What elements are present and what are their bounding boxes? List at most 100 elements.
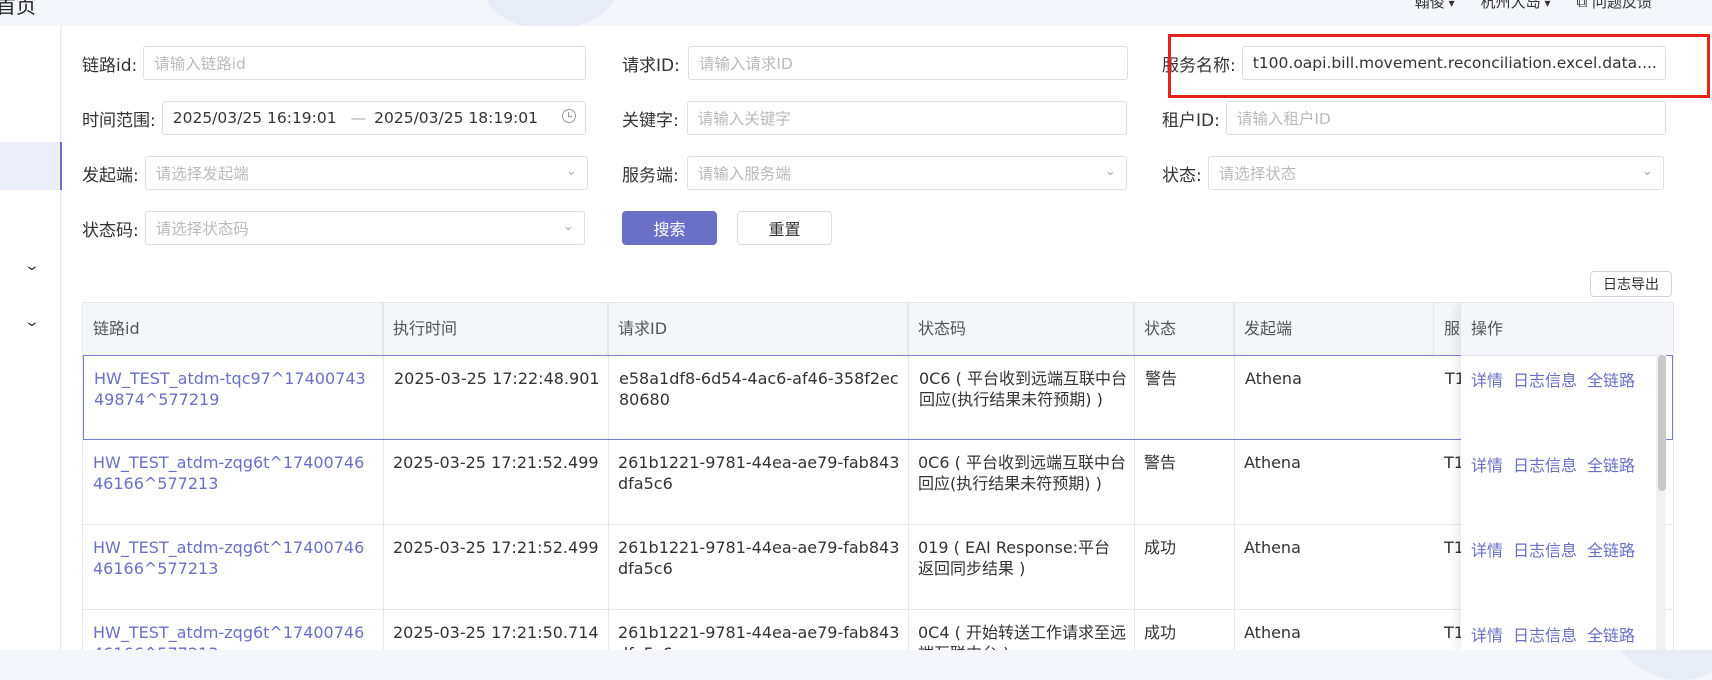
keyword-field: 关键字: 请输入关键字 bbox=[622, 101, 1127, 135]
full-trace-link[interactable]: 全链路 bbox=[1587, 452, 1635, 476]
log-table: 链路id 执行时间 请求ID 状态码 状态 发起端 服 HW_TEST_atdm… bbox=[82, 302, 1674, 650]
column-header-status: 状态 bbox=[1134, 303, 1234, 355]
row-actions: 详情 日志信息 全链路 bbox=[1471, 537, 1635, 561]
initiator: Athena bbox=[1244, 453, 1301, 472]
status-code: 0C6 ( 平台收到远端互联中台回应(执行结果未符预期) ) bbox=[918, 453, 1126, 493]
app-title: 首页 bbox=[0, 0, 36, 18]
column-header-status-code: 状态码 bbox=[908, 303, 1134, 355]
chevron-down-icon[interactable]: ⌄ bbox=[24, 314, 40, 330]
log-info-link[interactable]: 日志信息 bbox=[1513, 452, 1577, 476]
table-row[interactable]: HW_TEST_atdm-zqg6t^1740074646166^577213 … bbox=[83, 440, 1673, 525]
side-nav: ⌄ ⌄ bbox=[0, 26, 62, 650]
operations-column: 操作 详情 日志信息 全链路 详情 日志信息 全链路 详情 日志信息 全链路 详… bbox=[1461, 303, 1661, 650]
status-code-label: 状态码: bbox=[82, 220, 139, 241]
request-id: 261b1221-9781-44ea-ae79-fab843dfa5c6 bbox=[618, 453, 900, 493]
time-range-picker[interactable]: 2025/03/25 16:19:01 — 2025/03/25 18:19:0… bbox=[161, 101, 586, 135]
column-header-trace-id: 链路id bbox=[83, 303, 383, 355]
sidebar-item-active[interactable] bbox=[0, 142, 62, 190]
full-trace-link[interactable]: 全链路 bbox=[1587, 537, 1635, 561]
clock-icon bbox=[561, 109, 576, 123]
column-header-request-id: 请求ID bbox=[608, 303, 908, 355]
server-placeholder: 请输入服务端 bbox=[697, 165, 791, 183]
trace-id-label: 链路id: bbox=[82, 55, 138, 76]
server-select[interactable]: 请输入服务端 ⌄ bbox=[686, 156, 1127, 190]
location-dropdown[interactable]: 杭州大岛 bbox=[1481, 0, 1551, 12]
table-row[interactable]: HW_TEST_atdm-tqc97^1740074349874^577219 … bbox=[83, 355, 1673, 440]
chevron-down-icon: ⌄ bbox=[1104, 164, 1116, 179]
time-range-field: 时间范围: 2025/03/25 16:19:01 — 2025/03/25 1… bbox=[82, 101, 586, 135]
server-label: 服务端: bbox=[622, 165, 679, 186]
status-code: 019 ( EAI Response:平台返回同步结果 ) bbox=[918, 538, 1111, 578]
tenant-id-placeholder: 请输入租户ID bbox=[1236, 110, 1331, 128]
full-trace-link[interactable]: 全链路 bbox=[1587, 367, 1635, 391]
detail-link[interactable]: 详情 bbox=[1471, 452, 1503, 476]
table-header: 链路id 执行时间 请求ID 状态码 状态 发起端 服 bbox=[83, 303, 1673, 356]
initiator-select[interactable]: 请选择发起端 ⌄ bbox=[144, 156, 588, 190]
highlight-box bbox=[1168, 34, 1710, 98]
column-header-exec-time: 执行时间 bbox=[383, 303, 608, 355]
tenant-id-input[interactable]: 请输入租户ID bbox=[1225, 101, 1666, 135]
status: 成功 bbox=[1144, 623, 1177, 642]
chevron-down-icon: ⌄ bbox=[1641, 164, 1653, 179]
initiator: Athena bbox=[1245, 369, 1302, 388]
initiator-label: 发起端: bbox=[82, 165, 139, 186]
exec-time: 2025-03-25 17:21:52.499 bbox=[393, 538, 599, 557]
feedback-label: 问题反馈 bbox=[1591, 0, 1652, 11]
status: 警告 bbox=[1144, 453, 1177, 472]
log-info-link[interactable]: 日志信息 bbox=[1513, 622, 1577, 646]
keyword-placeholder: 请输入关键字 bbox=[697, 110, 791, 128]
feedback-link[interactable]: ⧉ 问题反馈 bbox=[1577, 0, 1653, 12]
trace-id-field: 链路id: 请输入链路id bbox=[82, 46, 587, 80]
keyword-label: 关键字: bbox=[622, 110, 679, 131]
detail-link[interactable]: 详情 bbox=[1471, 622, 1503, 646]
time-range-separator: — bbox=[350, 109, 367, 127]
request-id: 261b1221-9781-44ea-ae79-fab843dfa5c6 bbox=[618, 623, 900, 650]
table-scrollbar-thumb[interactable] bbox=[1658, 355, 1666, 491]
trace-id-input[interactable]: 请输入链路id bbox=[143, 46, 587, 80]
status: 警告 bbox=[1145, 369, 1178, 388]
detail-link[interactable]: 详情 bbox=[1471, 537, 1503, 561]
detail-link[interactable]: 详情 bbox=[1471, 367, 1503, 391]
log-export-button[interactable]: 日志导出 bbox=[1590, 271, 1672, 297]
exec-time: 2025-03-25 17:22:48.901 bbox=[394, 369, 600, 388]
log-info-link[interactable]: 日志信息 bbox=[1513, 537, 1577, 561]
reset-button[interactable]: 重置 bbox=[737, 211, 832, 245]
tenant-id-label: 租户ID: bbox=[1162, 110, 1220, 131]
trace-id-link[interactable]: HW_TEST_atdm-tqc97^1740074349874^577219 bbox=[84, 368, 374, 410]
request-id-placeholder: 请输入请求ID bbox=[698, 55, 793, 73]
initiator-field: 发起端: 请选择发起端 ⌄ bbox=[82, 156, 588, 190]
chevron-down-icon[interactable]: ⌄ bbox=[24, 258, 40, 274]
status: 成功 bbox=[1144, 538, 1177, 557]
initiator-placeholder: 请选择发起端 bbox=[155, 165, 249, 183]
request-id-input[interactable]: 请输入请求ID bbox=[687, 46, 1128, 80]
status-select[interactable]: 请选择状态 ⌄ bbox=[1207, 156, 1664, 190]
log-info-link[interactable]: 日志信息 bbox=[1513, 367, 1577, 391]
exec-time: 2025-03-25 17:21:52.499 bbox=[393, 453, 599, 472]
initiator: Athena bbox=[1244, 538, 1301, 557]
time-range-start: 2025/03/25 16:19:01 bbox=[172, 109, 337, 127]
search-button[interactable]: 搜索 bbox=[622, 211, 717, 245]
full-trace-link[interactable]: 全链路 bbox=[1587, 622, 1635, 646]
row-actions: 详情 日志信息 全链路 bbox=[1471, 622, 1635, 646]
top-right-menu: 翰俊 杭州大岛 ⧉ 问题反馈 bbox=[1415, 0, 1652, 12]
trace-id-link[interactable]: HW_TEST_atdm-zqg6t^1740074646166^577213 bbox=[83, 622, 373, 650]
user-dropdown[interactable]: 翰俊 bbox=[1415, 0, 1455, 12]
status-label: 状态: bbox=[1162, 165, 1202, 186]
table-row[interactable]: HW_TEST_atdm-zqg6t^1740074646166^577213 … bbox=[83, 525, 1673, 610]
request-id: 261b1221-9781-44ea-ae79-fab843dfa5c6 bbox=[618, 538, 900, 578]
feedback-icon: ⧉ bbox=[1576, 0, 1592, 11]
chevron-down-icon: ⌄ bbox=[562, 219, 574, 234]
status-code-select[interactable]: 请选择状态码 ⌄ bbox=[144, 211, 585, 245]
trace-id-link[interactable]: HW_TEST_atdm-zqg6t^1740074646166^577213 bbox=[83, 537, 373, 579]
table-row[interactable]: HW_TEST_atdm-zqg6t^1740074646166^577213 … bbox=[83, 610, 1673, 650]
keyword-input[interactable]: 请输入关键字 bbox=[686, 101, 1127, 135]
initiator: Athena bbox=[1244, 623, 1301, 642]
status-code-field: 状态码: 请选择状态码 ⌄ bbox=[82, 211, 585, 245]
column-header-initiator: 发起端 bbox=[1234, 303, 1434, 355]
trace-id-placeholder: 请输入链路id bbox=[154, 55, 246, 73]
status-placeholder: 请选择状态 bbox=[1218, 165, 1297, 183]
status-code: 0C4 ( 开始转送工作请求至远端互联中台 ) bbox=[918, 623, 1126, 650]
row-actions: 详情 日志信息 全链路 bbox=[1471, 452, 1635, 476]
column-header-operations: 操作 bbox=[1461, 303, 1661, 356]
trace-id-link[interactable]: HW_TEST_atdm-zqg6t^1740074646166^577213 bbox=[83, 452, 373, 494]
